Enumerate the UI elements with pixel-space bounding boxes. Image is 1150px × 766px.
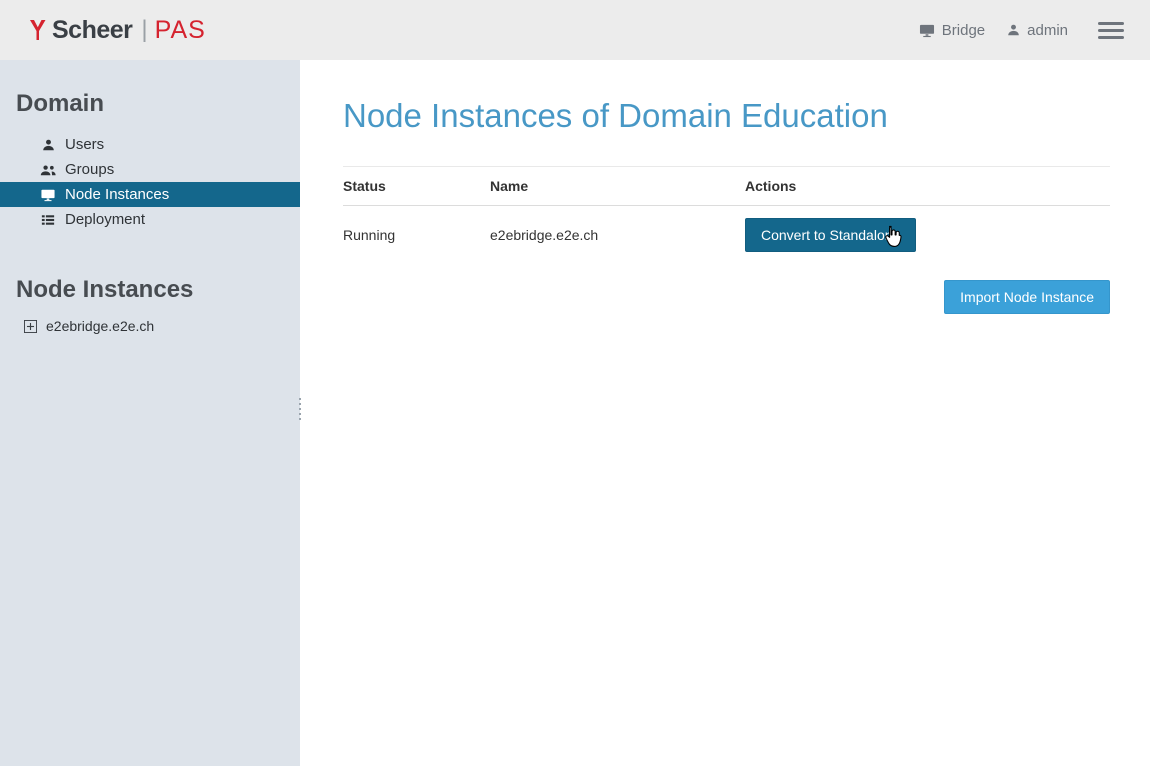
sidebar-item-users[interactable]: Users [0,132,300,157]
import-node-instance-button[interactable]: Import Node Instance [944,280,1110,314]
page-title: Node Instances of Domain Education [343,97,1110,135]
app-header: Scheer | PAS Bridge admin [0,0,1150,60]
scheer-logo-icon [28,19,47,41]
column-header-status: Status [343,178,490,194]
bridge-label: Bridge [942,22,985,39]
main-content: Node Instances of Domain Education Statu… [300,60,1150,766]
node-instances-table: Status Name Actions Running e2ebridge.e2… [343,166,1110,264]
row-actions-cell: Convert to Standalone [745,218,1110,252]
header-right-cluster: Bridge admin [919,14,1124,47]
sidebar-item-label: Groups [65,161,114,178]
username-label: admin [1027,22,1068,39]
user-icon [1007,23,1020,37]
domain-menu: Users Groups [0,132,300,232]
hamburger-menu-icon[interactable] [1098,14,1124,47]
node-status-value: Running [343,227,490,243]
sidebar-resize-handle[interactable] [297,398,303,420]
sidebar-item-groups[interactable]: Groups [0,157,300,182]
user-icon [40,138,56,152]
sidebar-item-node-instances[interactable]: Node Instances [0,182,300,207]
monitor-icon [40,188,56,202]
node-name-value: e2ebridge.e2e.ch [490,227,745,243]
monitor-icon [919,23,935,38]
app-logo: Scheer | PAS [28,16,206,45]
table-row: Running e2ebridge.e2e.ch Convert to Stan… [343,206,1110,264]
sidebar-item-label: Users [65,136,104,153]
sidebar-item-deployment[interactable]: Deployment [0,207,300,232]
column-header-name: Name [490,178,745,194]
sidebar-item-label: Deployment [65,211,145,228]
user-menu[interactable]: admin [1007,22,1068,39]
sidebar-item-label: Node Instances [65,186,169,203]
logo-divider: | [141,16,147,44]
users-icon [40,163,56,177]
sidebar: Domain Users [0,60,300,766]
sidebar-section-node-instances-title: Node Instances [16,276,300,304]
expand-plus-icon[interactable] [24,320,37,333]
import-button-row: Import Node Instance [343,280,1110,314]
table-header-row: Status Name Actions [343,166,1110,206]
column-header-actions: Actions [745,178,1110,194]
sidebar-section-domain-title: Domain [16,90,300,118]
convert-to-standalone-button[interactable]: Convert to Standalone [745,218,916,252]
list-icon [40,213,56,227]
logo-product-text: PAS [155,16,206,45]
tree-item-label: e2ebridge.e2e.ch [46,318,154,334]
bridge-menu[interactable]: Bridge [919,22,985,39]
logo-brand-text: Scheer [52,16,132,45]
tree-item-node-instance[interactable]: e2ebridge.e2e.ch [0,318,300,334]
